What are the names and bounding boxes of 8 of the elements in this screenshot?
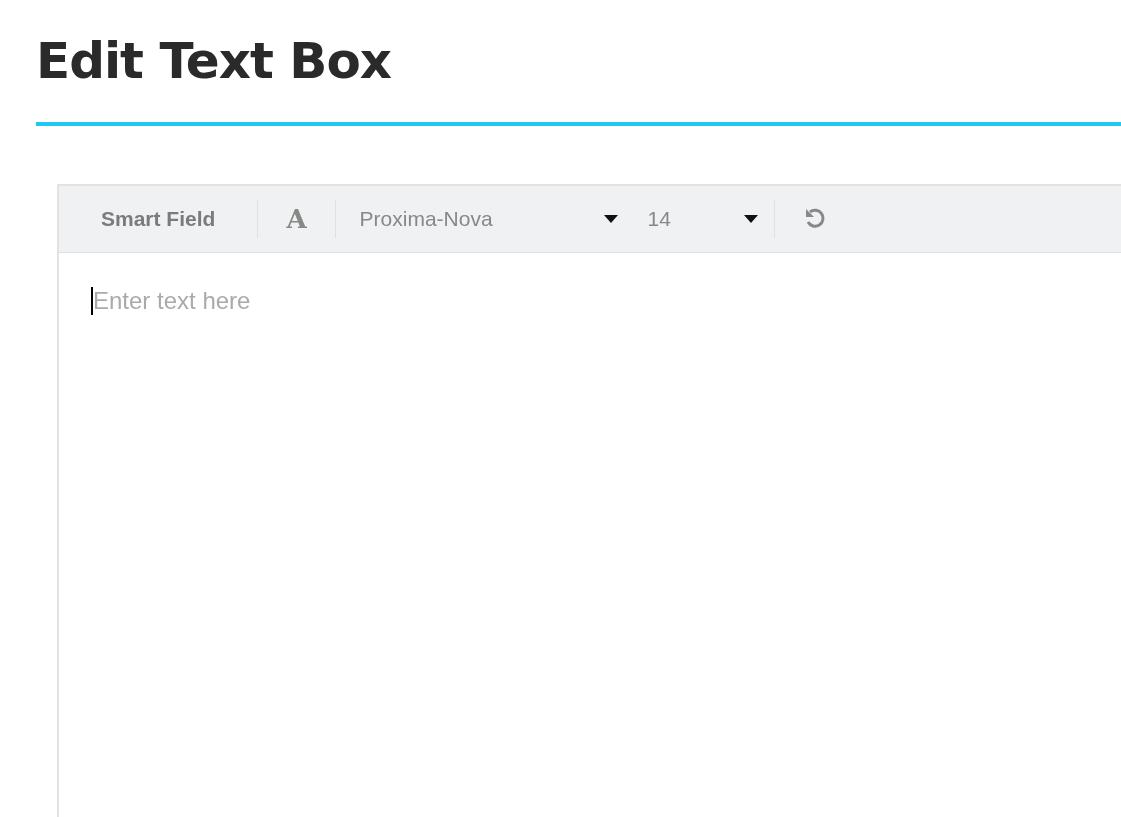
font-family-dropdown[interactable]: Proxima-Nova [359,207,618,231]
font-size-dropdown[interactable]: 14 [647,207,758,231]
caret-icon [603,215,618,223]
smart-field-button[interactable]: Smart Field [101,207,216,231]
caret-icon [743,215,758,223]
font-color-button[interactable]: A [286,204,307,234]
text-input-field[interactable]: Enter text here [91,287,493,315]
page-title: Edit Text Box [36,31,393,92]
